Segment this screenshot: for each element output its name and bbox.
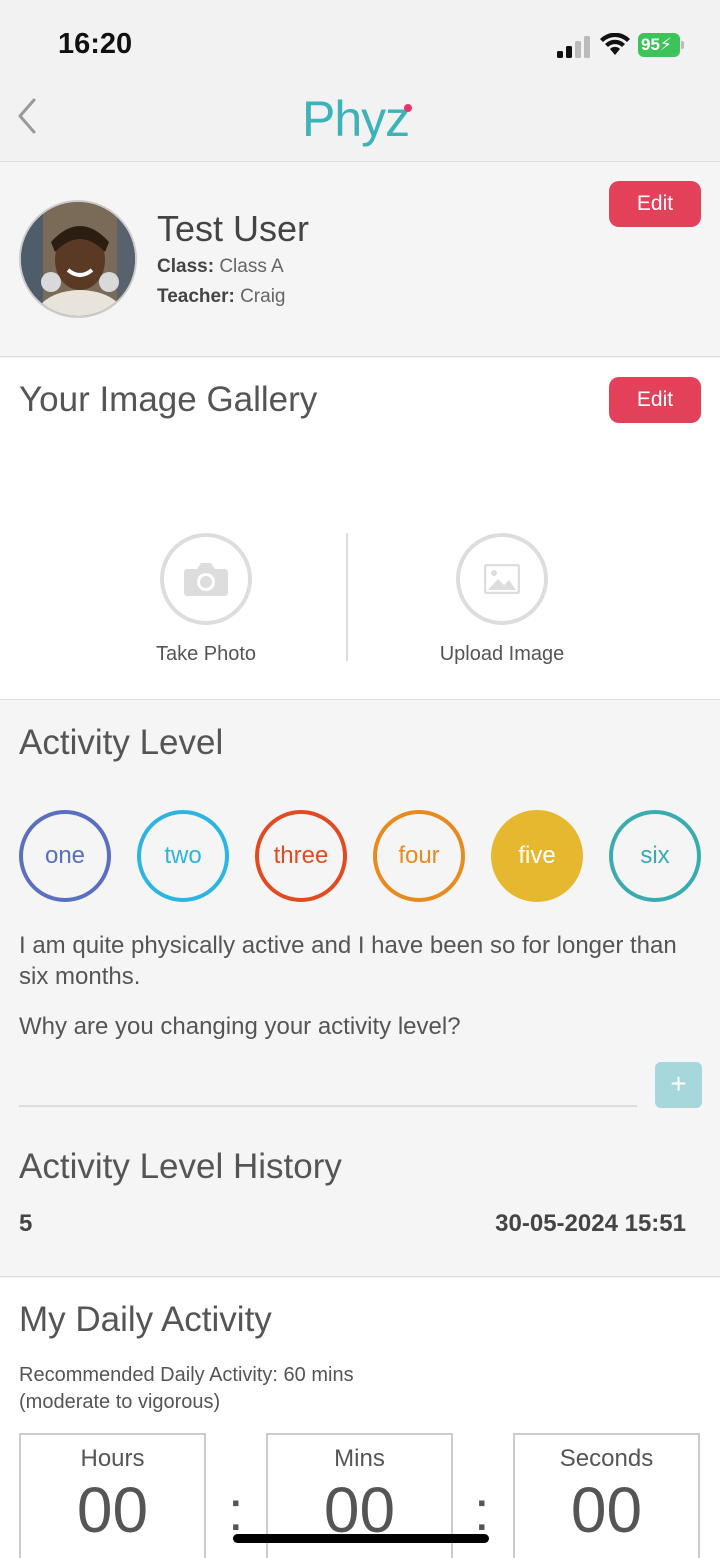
activity-description: I am quite physically active and I have … [19,932,677,990]
hours-label: Hours [80,1445,145,1472]
image-icon [484,564,520,594]
seconds-label: Seconds [559,1445,654,1472]
gallery-title: Your Image Gallery [19,380,318,419]
battery-level: 95 [641,35,660,54]
level-one[interactable]: one [19,810,111,902]
seconds-value: 00 [570,1474,643,1546]
change-reason-input[interactable] [19,1061,637,1107]
level-two[interactable]: two [137,810,229,902]
home-indicator[interactable] [233,1534,489,1543]
history-date: 30-05-2024 15:51 [495,1210,686,1237]
teacher-label: Teacher: [157,286,235,307]
status-bar: 16:20 95⚡ [0,0,720,80]
activity-title: Activity Level [19,723,224,762]
history-title: Activity Level History [19,1147,342,1186]
user-name: Test User [157,208,310,249]
nav-bar: Phyz [0,80,720,162]
profile-card: Test User Class: Class A Teacher: Craig … [0,162,720,357]
seconds-timer[interactable]: Seconds 00 [513,1433,700,1558]
app-logo: Phyz [302,91,410,147]
user-teacher: Teacher: Craig [157,286,285,308]
activity-level-section: Activity Level one two three four five s… [0,701,720,1277]
level-four[interactable]: four [373,810,465,902]
logo-dot [404,104,412,112]
edit-profile-button[interactable]: Edit [609,181,701,227]
back-chevron-icon[interactable] [14,96,44,136]
mins-label: Mins [334,1445,385,1472]
hours-value: 00 [76,1474,149,1546]
recommended-activity: Recommended Daily Activity: 60 mins (mod… [19,1362,354,1416]
image-gallery-section: Your Image Gallery Edit Take Photo Uploa… [0,358,720,700]
daily-title: My Daily Activity [19,1300,272,1339]
upload-image-button[interactable]: Upload Image [402,533,602,666]
teacher-value: Craig [240,286,286,307]
recommended-line-2: (moderate to vigorous) [19,1391,221,1413]
take-photo-label: Take Photo [155,643,257,665]
class-value: Class A [219,256,284,277]
recommended-line-1: Recommended Daily Activity: 60 mins [19,1364,354,1386]
add-reason-button[interactable]: + [655,1062,702,1108]
change-reason-question: Why are you changing your activity level… [19,1013,461,1040]
history-level: 5 [19,1210,33,1237]
level-six[interactable]: six [609,810,701,902]
class-label: Class: [157,256,215,277]
upload-image-label: Upload Image [439,643,565,665]
avatar[interactable] [19,200,137,318]
take-photo-button[interactable]: Take Photo [106,533,306,666]
status-time: 16:20 [58,28,133,60]
battery-icon: 95⚡ [638,33,684,57]
level-five[interactable]: five [491,810,583,902]
daily-activity-section: My Daily Activity Recommended Daily Acti… [0,1278,720,1558]
user-class: Class: Class A [157,256,284,278]
take-photo-circle [160,533,252,625]
level-three[interactable]: three [255,810,347,902]
hours-timer[interactable]: Hours 00 [19,1433,206,1558]
camera-icon [184,563,228,596]
gallery-divider [346,533,348,661]
wifi-icon [600,33,630,55]
charging-bolt-icon: ⚡ [659,35,672,54]
cellular-signal-icon [557,36,590,58]
upload-image-circle [456,533,548,625]
edit-gallery-button[interactable]: Edit [609,377,701,423]
